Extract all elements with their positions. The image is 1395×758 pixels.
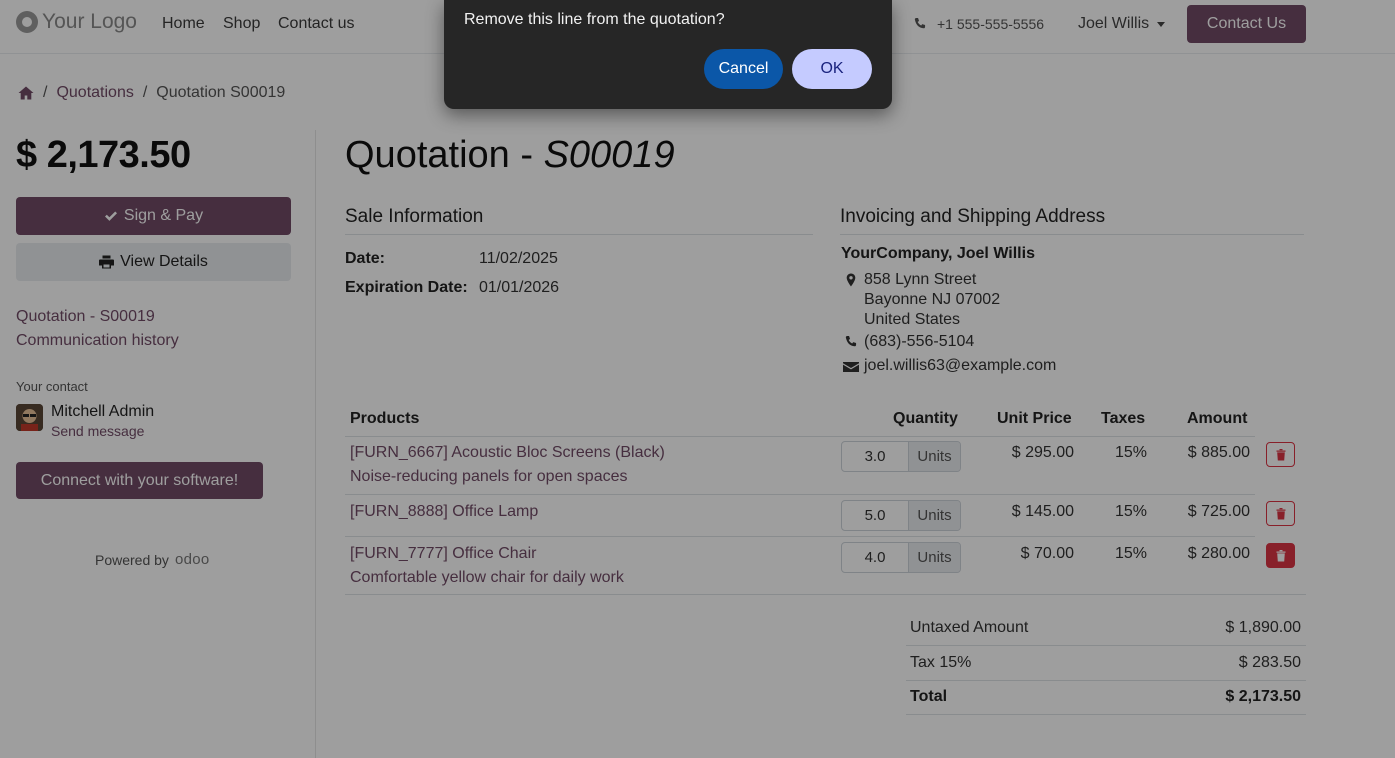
ok-button[interactable]: OK — [792, 49, 872, 89]
modal-backdrop[interactable] — [0, 0, 1395, 758]
dialog-message: Remove this line from the quotation? — [464, 11, 725, 28]
cancel-button[interactable]: Cancel — [704, 49, 783, 89]
confirm-dialog: Remove this line from the quotation? Can… — [444, 0, 892, 109]
